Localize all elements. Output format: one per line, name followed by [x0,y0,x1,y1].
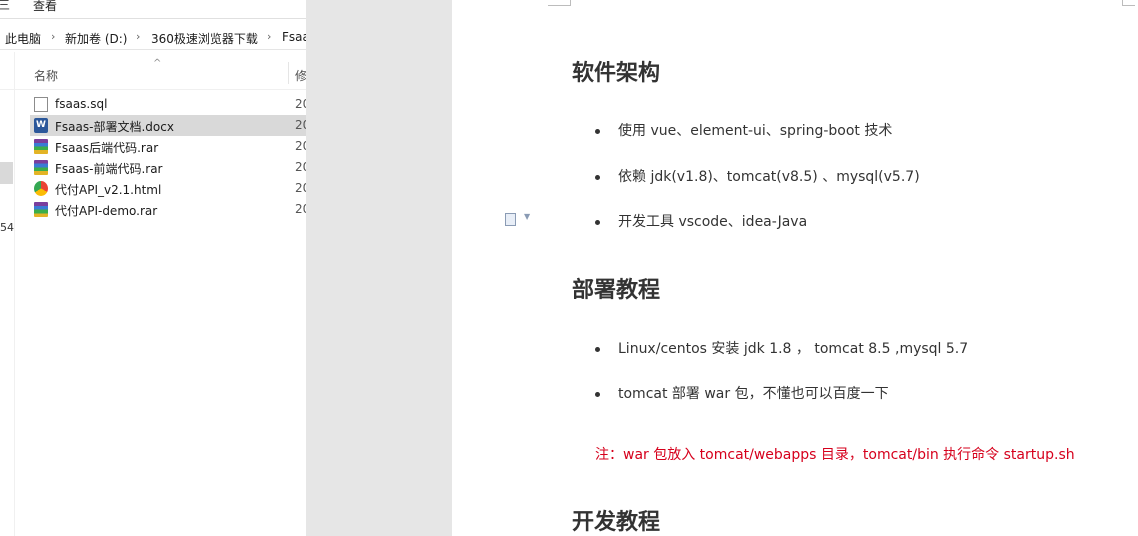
nav-item-number: 54 [0,221,14,234]
file-date: 20 [295,181,306,195]
list-item: Linux/centos 安装 jdk 1.8 ， tomcat 8.5 ,my… [618,341,969,357]
document-page[interactable]: 软件架构 使用 vue、element-ui、spring-boot 技术 依赖… [452,0,1138,536]
chevron-right-icon[interactable]: › [136,30,140,43]
word-doc-icon: W [34,118,48,133]
browser-html-icon [34,181,48,196]
address-bar[interactable]: 此电脑 › 新加卷 (D:) › 360极速浏览器下载 › Fsaa [0,25,306,50]
rar-archive-icon [34,202,48,217]
list-item: 依赖 jdk(v1.8)、tomcat(v8.5) 、mysql(v5.7) [618,169,920,185]
heading-software-architecture: 软件架构 [572,60,661,86]
file-date: 20 [295,139,306,153]
breadcrumb-download-folder[interactable]: 360极速浏览器下载 [151,30,258,47]
file-name: Fsaas-前端代码.rar [55,162,163,176]
document-canvas-background [306,0,452,536]
heading-deployment-tutorial: 部署教程 [572,277,661,303]
file-name: 代付API-demo.rar [55,204,158,218]
column-header-modified[interactable]: 修 [295,67,306,84]
navigation-pane[interactable]: 54 [0,52,15,536]
file-date: 20 [295,118,306,132]
bullet-icon [595,220,600,225]
file-date: 20 [295,160,306,174]
list-item: 使用 vue、element-ui、spring-boot 技术 [618,123,893,139]
file-name: Fsaas后端代码.rar [55,141,159,155]
file-explorer-window: 三 查看 此电脑 › 新加卷 (D:) › 360极速浏览器下载 › Fsaa … [0,0,306,536]
file-date: 20 [295,97,306,111]
margin-corner-mark [548,0,571,6]
sort-ascending-icon: ^ [153,58,162,69]
menu-icon[interactable]: 三 [0,0,10,13]
paragraph-options-icon[interactable] [505,213,516,226]
file-name: fsaas.sql [55,97,108,111]
bullet-icon [595,129,600,134]
nav-selected-item[interactable] [0,162,13,184]
column-header-name[interactable]: 名称 [34,67,58,84]
margin-corner-mark [1122,0,1135,6]
text-file-icon [34,97,48,112]
file-row[interactable]: 代付API_v2.1.html 20 [30,178,306,199]
file-row[interactable]: 代付API-demo.rar 20 [30,199,306,220]
list-item: 开发工具 vscode、idea-Java [618,214,808,230]
bullet-icon [595,347,600,352]
rar-archive-icon [34,139,48,154]
rar-archive-icon [34,160,48,175]
chevron-right-icon[interactable]: › [51,30,55,43]
column-header: ^ 名称 修 [0,57,306,90]
file-row[interactable]: fsaas.sql 20 [30,94,306,115]
file-name: Fsaas-部署文档.docx [55,120,174,134]
file-date: 20 [295,202,306,216]
deployment-note: 注：war 包放入 tomcat/webapps 目录，tomcat/bin 执… [595,447,1075,463]
ribbon-tab-view[interactable]: 查看 [33,0,57,14]
breadcrumb-this-pc[interactable]: 此电脑 [5,30,41,47]
file-name: 代付API_v2.1.html [55,183,162,197]
breadcrumb-fsaas-folder[interactable]: Fsaa [282,30,306,44]
bullet-icon [595,175,600,180]
file-row[interactable]: Fsaas-前端代码.rar 20 [30,157,306,178]
chevron-right-icon[interactable]: › [267,30,271,43]
file-row-selected[interactable]: W Fsaas-部署文档.docx 20 [30,115,306,136]
file-row[interactable]: Fsaas后端代码.rar 20 [30,136,306,157]
heading-development-tutorial: 开发教程 [572,509,661,535]
list-item: tomcat 部署 war 包，不懂也可以百度一下 [618,386,889,402]
bullet-icon [595,392,600,397]
ribbon-bar: 三 查看 [0,0,306,19]
breadcrumb-drive-d[interactable]: 新加卷 (D:) [65,30,127,47]
column-divider[interactable] [288,62,289,84]
chevron-down-icon[interactable]: ▼ [524,212,530,221]
